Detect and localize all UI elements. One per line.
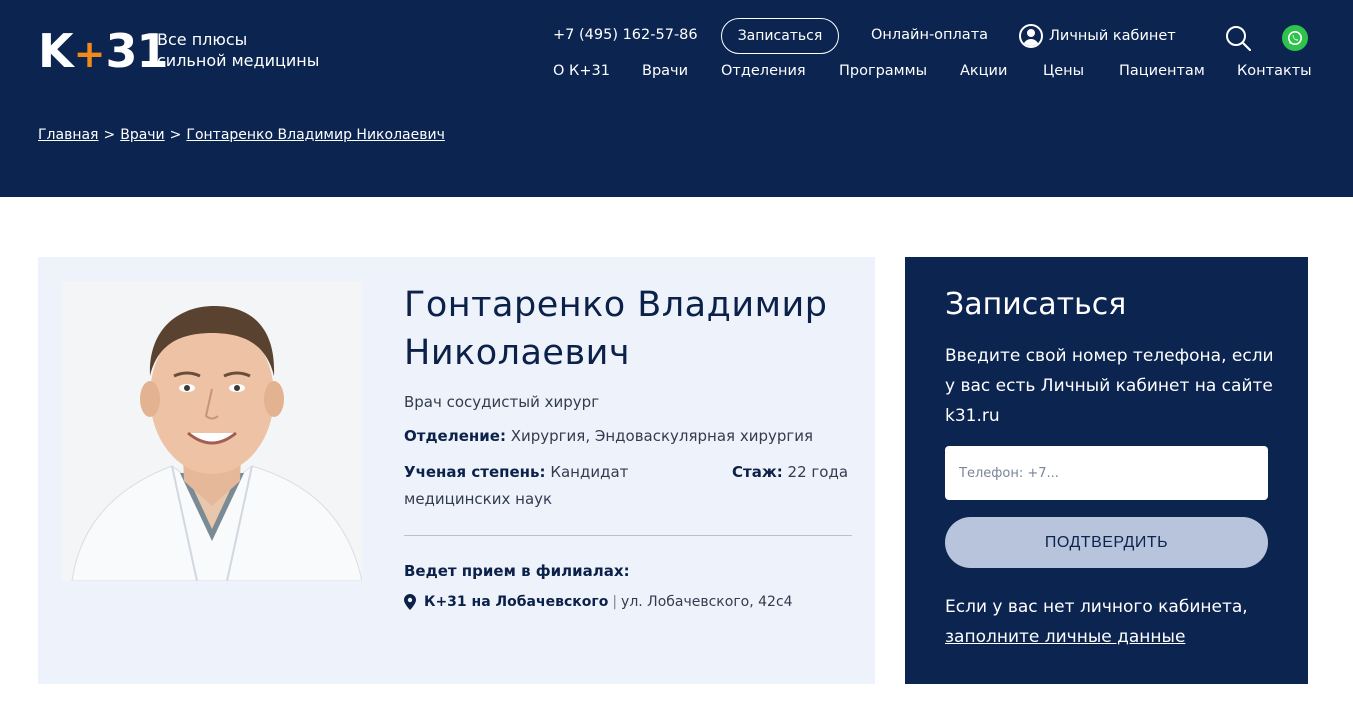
doctor-specialty: Врач сосудистый хирург [404, 393, 600, 411]
doctor-degree: Ученая степень: Кандидат медицинских нау… [404, 459, 654, 513]
whatsapp-icon[interactable] [1282, 25, 1308, 51]
nav-item-about[interactable]: О К+31 [553, 63, 610, 79]
booking-panel: Записаться Введите свой номер телефона, … [905, 257, 1308, 684]
site-header: K+31 Все плюсы сильной медицины +7 (495)… [0, 0, 1353, 197]
department-value: Хирургия, Эндоваскулярная хирургия [510, 427, 814, 445]
search-icon[interactable] [1225, 25, 1251, 51]
phone-input[interactable] [945, 446, 1268, 500]
branch-address: ул. Лобачевского, 42с4 [621, 594, 793, 610]
booking-description: Введите свой номер телефона, если у вас … [945, 346, 1274, 426]
no-cabinet-block: Если у вас нет личного кабинета, заполни… [945, 592, 1275, 652]
nav-item-prices[interactable]: Цены [1043, 63, 1084, 79]
nav-item-patients[interactable]: Пациентам [1119, 63, 1205, 79]
online-payment-link[interactable]: Онлайн-оплата [871, 27, 988, 43]
divider [404, 535, 852, 536]
nav-item-doctors[interactable]: Врачи [642, 63, 688, 79]
department-label: Отделение: [404, 427, 506, 445]
no-cabinet-text: Если у вас нет личного кабинета, [945, 597, 1248, 617]
fill-data-link[interactable]: заполните личные данные [945, 627, 1185, 647]
main-nav: О К+31 Врачи Отделения Программы Акции Ц… [0, 63, 1353, 83]
cabinet-label: Личный кабинет [1049, 28, 1176, 44]
experience-label: Стаж: [732, 463, 783, 481]
breadcrumb: Главная > Врачи > Гонтаренко Владимир Никола… [38, 127, 445, 143]
cabinet-link[interactable]: Личный кабинет [1019, 24, 1176, 48]
experience-value: 22 года [787, 463, 849, 481]
user-icon [1019, 24, 1043, 48]
breadcrumb-home[interactable]: Главная [38, 127, 98, 143]
breadcrumb-separator: > [103, 127, 116, 143]
phone-link[interactable]: +7 (495) 162-57-86 [553, 27, 698, 43]
doctor-department: Отделение: Хирургия, Эндоваскулярная хир… [404, 427, 813, 445]
doctor-photo [62, 281, 362, 581]
breadcrumb-current[interactable]: Гонтаренко Владимир Николаевич [186, 127, 444, 143]
breadcrumb-separator: > [169, 127, 182, 143]
location-pin-icon [404, 594, 416, 610]
branches-title: Ведет прием в филиалах: [404, 562, 630, 580]
nav-item-departments[interactable]: Отделения [721, 63, 806, 79]
nav-item-promotions[interactable]: Акции [960, 63, 1007, 79]
branch-separator: | [612, 594, 618, 610]
doctor-name-line2: Николаевич [404, 333, 631, 373]
nav-item-contacts[interactable]: Контакты [1237, 63, 1312, 79]
branch-item[interactable]: К+31 на Лобачевского | ул. Лобачевского,… [404, 594, 793, 610]
breadcrumb-doctors[interactable]: Врачи [120, 127, 164, 143]
nav-item-programs[interactable]: Программы [839, 63, 927, 79]
doctor-name-line1: Гонтаренко Владимир [404, 285, 828, 325]
doctor-experience: Стаж: 22 года [732, 459, 848, 486]
confirm-button[interactable]: ПОДТВЕРДИТЬ [945, 517, 1268, 568]
tagline-line1: Все плюсы [157, 30, 248, 49]
doctor-card: Гонтаренко Владимир Николаевич Врач сосу… [38, 257, 875, 684]
doctor-name: Гонтаренко Владимир Николаевич [404, 281, 844, 377]
degree-label: Ученая степень: [404, 463, 546, 481]
branch-name[interactable]: К+31 на Лобачевского [424, 594, 608, 610]
booking-title: Записаться [945, 287, 1127, 322]
book-button[interactable]: Записаться [721, 18, 839, 54]
